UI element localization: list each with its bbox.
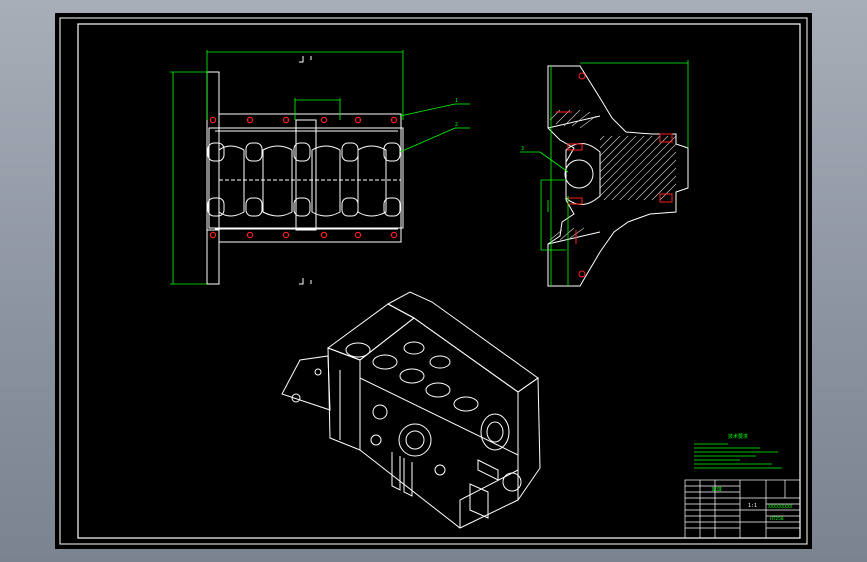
drawing-number: XXXXXXXXX <box>768 504 793 510</box>
callout-2: 2 <box>455 122 458 128</box>
callout-1: 1 <box>455 98 458 104</box>
cad-drawing: 1 2 3 技术要求 缸体 1:1 XXXXXXXXX HT250 <box>55 13 812 549</box>
callout-3: 3 <box>521 146 524 152</box>
drawing-sheet <box>55 13 812 549</box>
material: HT250 <box>770 516 784 522</box>
scale-value: 1:1 <box>748 503 757 509</box>
part-name: 缸体 <box>712 486 722 493</box>
notes-heading: 技术要求 <box>728 433 748 440</box>
